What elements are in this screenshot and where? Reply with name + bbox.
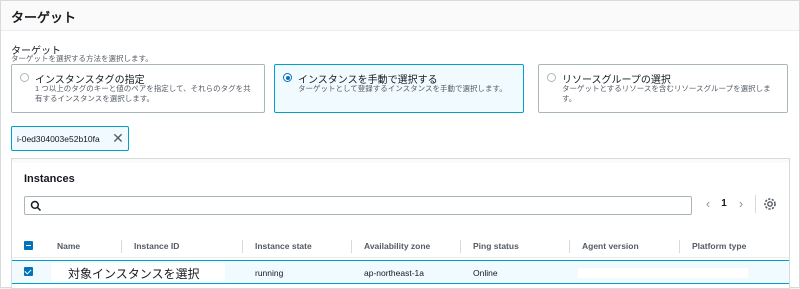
column-divider — [460, 240, 461, 253]
gear-icon[interactable] — [762, 196, 778, 212]
panel-header: ターゲット — [1, 1, 799, 31]
tile-resource-group[interactable]: リソースグループの選択 ターゲットとするリソースを含むリソースグループを選択しま… — [538, 64, 788, 113]
availability-zone: ap-northeast-1a — [364, 268, 425, 278]
column-header-instance-state[interactable]: Instance state — [255, 241, 312, 251]
panel-title: ターゲット — [11, 10, 77, 25]
pager-divider — [755, 195, 756, 213]
select-all-checkbox[interactable] — [24, 241, 33, 250]
chevron-right-icon[interactable]: › — [734, 196, 748, 212]
radio-choose-manually[interactable] — [283, 73, 292, 82]
chevron-left-icon[interactable]: ‹ — [701, 196, 715, 212]
tile-specify-tags[interactable]: インスタンスタグの指定 1 つ以上のタグのキーと値のペアを指定して、それらのタグ… — [11, 64, 265, 113]
tile-description: 1 つ以上のタグのキーと値のペアを指定して、それらのタグを共有するインスタンスを… — [35, 84, 251, 103]
column-header-ping-status[interactable]: Ping status — [473, 241, 519, 251]
table-top-bar — [12, 159, 789, 163]
column-header-agent-version[interactable]: Agent version — [582, 241, 639, 251]
column-divider — [569, 240, 570, 253]
ping-status: Online — [473, 268, 498, 278]
column-header-availability-zone[interactable]: Availability zone — [364, 241, 430, 251]
column-header-instance-id[interactable]: Instance ID — [134, 241, 179, 251]
table-row[interactable]: 対象インスタンスを選択 running ap-northeast-1a Onli… — [12, 260, 789, 284]
column-divider — [351, 240, 352, 253]
instance-state: running — [255, 268, 284, 278]
instances-table: Instances ‹ 1 › Name Instance ID Instanc… — [11, 158, 790, 289]
instance-name: 対象インスタンスを選択 — [68, 267, 200, 281]
radio-resource-group[interactable] — [547, 73, 556, 82]
column-header-platform-type[interactable]: Platform type — [692, 241, 746, 251]
tile-choose-manually[interactable]: インスタンスを手動で選択する ターゲットとして登録するインスタンスを手動で選択し… — [274, 64, 524, 113]
tile-description: ターゲットとするリソースを含むリソースグループを選択します。 — [562, 84, 771, 103]
current-page[interactable]: 1 — [718, 198, 730, 209]
radio-specify-tags[interactable] — [20, 73, 29, 82]
column-divider — [121, 240, 122, 253]
column-divider — [679, 240, 680, 253]
search-input[interactable] — [24, 196, 692, 215]
target-field-description: ターゲットを選択する方法を選択します。 — [11, 54, 153, 63]
close-icon[interactable]: ✕ — [110, 130, 126, 146]
token-label: i-0ed304003e52b10fa — [17, 134, 100, 144]
search-icon — [30, 200, 42, 212]
column-header-name[interactable]: Name — [57, 241, 80, 251]
redacted-cell — [578, 268, 748, 278]
name-cell: 対象インスタンスを選択 — [51, 263, 225, 281]
tile-description: ターゲットとして登録するインスタンスを手動で選択します。 — [298, 84, 507, 93]
column-divider — [242, 240, 243, 253]
row-checkbox[interactable] — [24, 267, 33, 276]
target-panel: ターゲット ターゲット ターゲットを選択する方法を選択します。 インスタンスタグ… — [0, 0, 800, 289]
instances-title: Instances — [24, 173, 75, 185]
selected-instance-token: i-0ed304003e52b10fa ✕ — [11, 126, 129, 151]
table-header: Name Instance ID Instance state Availabi… — [12, 234, 789, 258]
